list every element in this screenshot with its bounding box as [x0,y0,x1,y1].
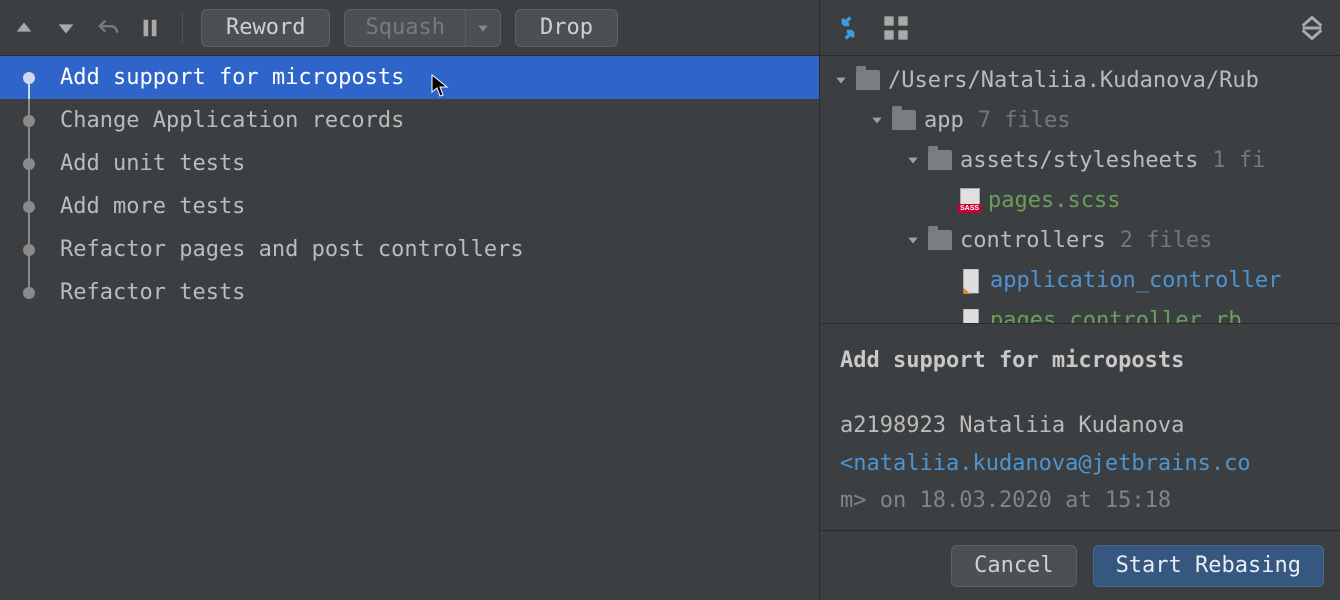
commit-row[interactable]: Refactor tests [0,271,819,314]
squash-button[interactable]: Squash [344,9,464,47]
commit-details: Add support for microposts a2198923 Nata… [820,324,1340,530]
tree-path: /Users/Nataliia.Kudanova/Rub [888,68,1259,93]
graph-node [14,99,44,142]
commit-row[interactable]: Add unit tests [0,142,819,185]
tree-count: 7 files [978,108,1071,133]
graph-node [14,271,44,314]
tree-count: 2 files [1120,228,1213,253]
commit-title: Add support for microposts [840,342,1320,379]
graph-node [14,56,44,99]
rebase-dialog: Reword Squash Drop Add support for micro… [0,0,1340,600]
commit-author: Nataliia Kudanova [959,413,1184,438]
tree-root[interactable]: /Users/Nataliia.Kudanova/Rub [820,60,1340,100]
ruby-file-icon [960,268,982,292]
pause-icon[interactable] [136,14,164,42]
tree-count: 1 fi [1212,148,1265,173]
tree-label: pages.scss [988,188,1120,213]
commit-email[interactable]: <nataliia.kudanova@jetbrains.co [840,445,1320,482]
commit-row[interactable]: Refactor pages and post controllers [0,228,819,271]
folder-icon [856,70,880,90]
tree-file-pages-scss[interactable]: pages.scss [820,180,1340,220]
tree-file-app-controller[interactable]: application_controller [820,260,1340,300]
commits-panel: Reword Squash Drop Add support for micro… [0,0,820,600]
commit-hash: a2198923 [840,413,946,438]
commit-message: Add unit tests [60,151,245,176]
group-icon[interactable] [882,14,910,42]
cancel-button[interactable]: Cancel [951,545,1076,587]
expand-all-icon[interactable] [1298,14,1326,42]
commit-message: Change Application records [60,108,404,133]
details-panel: /Users/Nataliia.Kudanova/Rub app 7 files… [820,0,1340,600]
tree-label: application_controller [990,268,1281,293]
tree-label: assets/stylesheets [960,148,1198,173]
commit-row[interactable]: Change Application records [0,99,819,142]
collapse-icon[interactable] [834,14,862,42]
commit-message: Add support for microposts [60,65,404,90]
move-up-icon[interactable] [10,14,38,42]
file-tree: /Users/Nataliia.Kudanova/Rub app 7 files… [820,56,1340,324]
details-toolbar [820,0,1340,56]
tree-label: pages_controller.rb [990,308,1242,325]
chevron-down-icon[interactable] [904,151,922,169]
tree-file-pages-controller[interactable]: pages_controller.rb [820,300,1340,324]
commit-date: m> on 18.03.2020 at 15:18 [840,482,1320,519]
tree-folder-controllers[interactable]: controllers 2 files [820,220,1340,260]
graph-node [14,142,44,185]
ruby-file-icon [960,308,982,324]
commit-message: Add more tests [60,194,245,219]
graph-node [14,185,44,228]
tree-label: controllers [960,228,1106,253]
commit-row[interactable]: Add support for microposts [0,56,819,99]
toolbar-separator [182,13,183,43]
chevron-down-icon[interactable] [868,111,886,129]
graph-node [14,228,44,271]
move-down-icon[interactable] [52,14,80,42]
chevron-down-icon[interactable] [904,231,922,249]
tree-label: app [924,108,964,133]
squash-split-button: Squash [344,9,500,47]
undo-icon[interactable] [94,14,122,42]
commit-message: Refactor pages and post controllers [60,237,524,262]
commits-toolbar: Reword Squash Drop [0,0,819,56]
commit-meta-line1: a2198923 Nataliia Kudanova [840,407,1320,444]
folder-icon [892,110,916,130]
tree-folder-assets[interactable]: assets/stylesheets 1 fi [820,140,1340,180]
commits-list: Add support for microposts Change Applic… [0,56,819,600]
reword-button[interactable]: Reword [201,9,330,47]
tree-folder-app[interactable]: app 7 files [820,100,1340,140]
dialog-footer: Cancel Start Rebasing [820,530,1340,600]
sass-file-icon [960,188,980,212]
commit-message: Refactor tests [60,280,245,305]
commit-row[interactable]: Add more tests [0,185,819,228]
chevron-down-icon[interactable] [832,71,850,89]
squash-dropdown[interactable] [465,9,501,47]
folder-icon [928,150,952,170]
drop-button[interactable]: Drop [515,9,618,47]
folder-icon [928,230,952,250]
start-rebasing-button[interactable]: Start Rebasing [1093,545,1324,587]
